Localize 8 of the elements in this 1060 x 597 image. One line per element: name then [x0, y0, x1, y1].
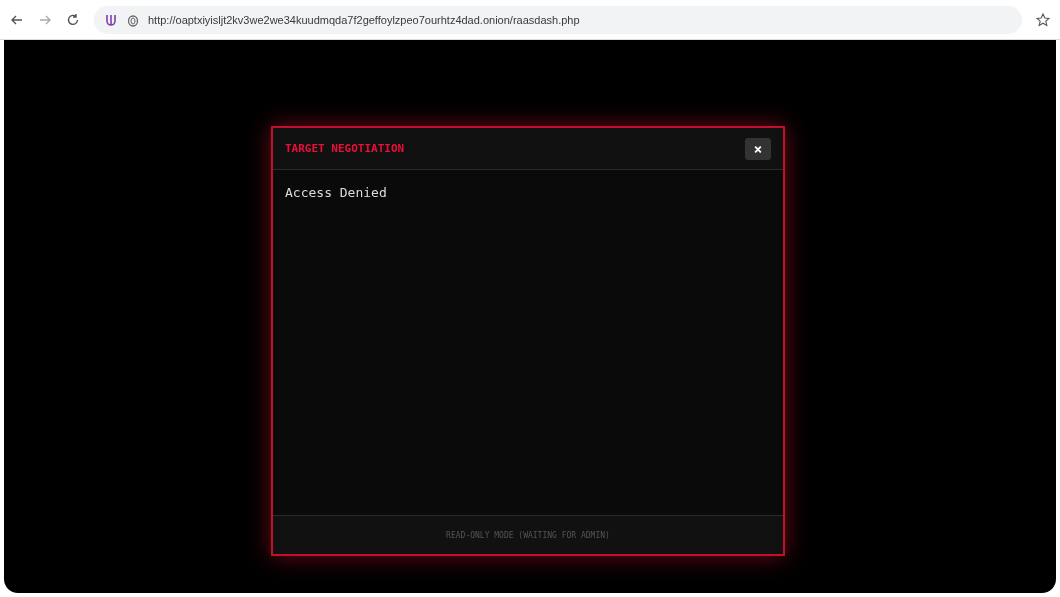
dialog-title: TARGET NEGOTIATION — [285, 142, 405, 155]
reload-icon[interactable] — [66, 12, 80, 27]
star-icon[interactable] — [1036, 12, 1050, 27]
address-bar[interactable]: http://oaptxiyisljt2kv3we2we34kuudmqda7f2geffoylzpeo7ourhtz4dad.onion/raasdash.php — [94, 5, 1022, 34]
url-text: http://oaptxiyisljt2kv3we2we34kuudmqda7f2geffoylzpeo7ourhtz4dad.onion/raasdash.php — [148, 13, 580, 26]
close-button[interactable]: × — [745, 137, 771, 160]
access-message: Access Denied — [285, 185, 387, 200]
mode-status: READ-ONLY MODE (WAITING FOR ADMIN) — [446, 530, 610, 540]
